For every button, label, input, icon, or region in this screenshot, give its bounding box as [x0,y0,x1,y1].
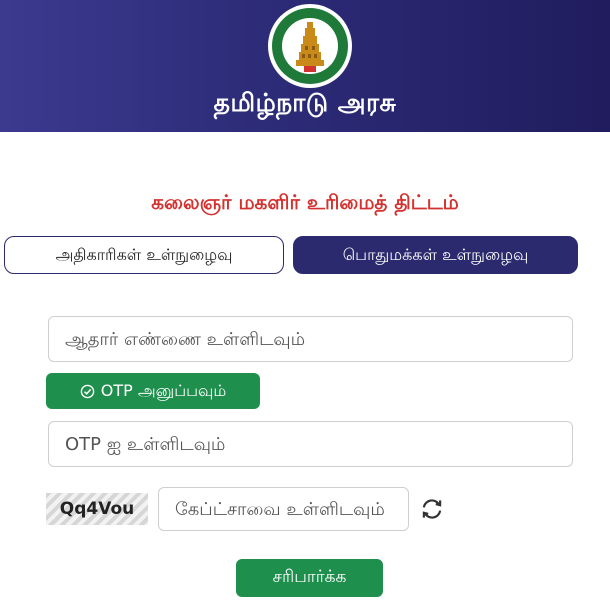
scheme-title: கலைஞர் மகளிர் உரிமைத் திட்டம் [151,190,459,214]
aadhaar-input[interactable] [48,316,573,362]
tamil-nadu-emblem-icon [268,4,352,88]
otp-input[interactable] [48,421,573,467]
tab-public-label: பொதுமக்கள் உள்நுழைவு [342,244,529,264]
verify-button[interactable]: சரிபார்க்க [236,559,383,597]
header-banner: தமிழ்நாடு அரசு [0,0,610,132]
captcha-image: Qq4Vou [46,493,148,525]
tab-public-login[interactable]: பொதுமக்கள் உள்நுழைவு [293,236,578,274]
tab-officials-label: அதிகாரிகள் உள்நுழைவு [55,244,233,264]
check-circle-icon [80,384,95,399]
captcha-input[interactable] [158,487,409,531]
government-title: தமிழ்நாடு அரசு [213,88,397,117]
refresh-icon[interactable] [419,496,445,522]
tab-officials-login[interactable]: அதிகாரிகள் உள்நுழைவு [4,236,284,274]
captcha-code: Qq4Vou [59,499,135,519]
verify-label: சரிபார்க்க [272,567,347,587]
send-otp-button[interactable]: OTP அனுப்பவும் [46,373,260,409]
send-otp-label: OTP அனுப்பவும் [100,380,227,400]
